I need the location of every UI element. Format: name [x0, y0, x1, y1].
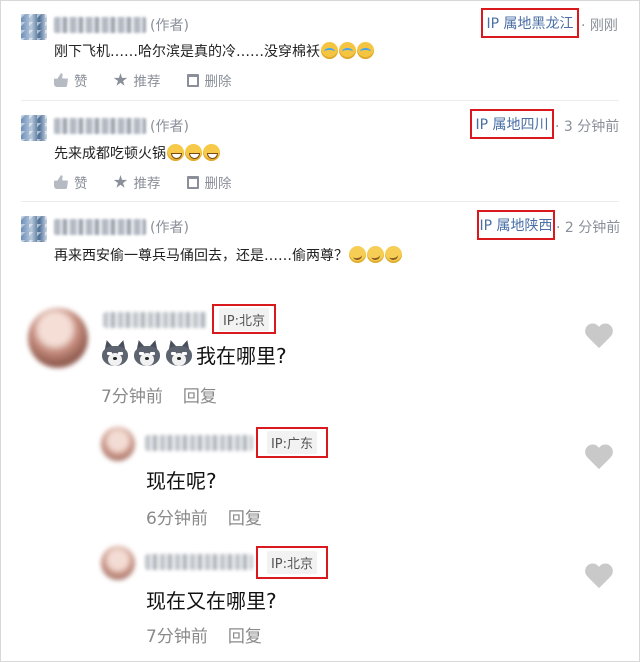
comment-text: 我在哪里? — [100, 338, 287, 369]
like-label: 赞 — [74, 176, 88, 192]
thumbs-up-icon — [54, 175, 68, 189]
ip-location-label: IP 属地四川 — [470, 109, 554, 139]
timestamp: · 2 分钟前 — [556, 220, 621, 236]
avatar[interactable] — [21, 14, 47, 40]
comment-text: 先来成都吃顿火锅 — [54, 143, 220, 163]
comment-text: 现在又在哪里? — [146, 589, 277, 613]
ip-location-label: IP 属地黑龙江 — [481, 8, 579, 38]
ip-location-text: IP:北京 — [266, 551, 318, 574]
username-blurred[interactable] — [54, 219, 146, 235]
comment-text: 再来西安偷一尊兵马俑回去，还是……偷两尊？ — [54, 245, 402, 265]
username-blurred[interactable] — [145, 554, 253, 570]
recommend-button[interactable]: 推荐 — [113, 70, 161, 90]
author-tag: (作者) — [150, 18, 189, 34]
comment-text-content: 先来成都吃顿火锅 — [54, 146, 166, 162]
username-blurred[interactable] — [145, 435, 253, 451]
husky-icon — [164, 338, 194, 368]
heart-icon[interactable] — [584, 564, 614, 590]
ip-location-text: IP:北京 — [218, 307, 270, 331]
author-tag: (作者) — [150, 119, 189, 135]
comment-text-content: 再来西安偷一尊兵马俑回去，还是……偷两尊？ — [54, 248, 348, 264]
ip-location-text: IP:广东 — [266, 431, 318, 454]
like-button[interactable]: 赞 — [54, 70, 88, 90]
avatar[interactable] — [101, 427, 135, 461]
husky-icon — [100, 338, 130, 368]
heart-icon[interactable] — [584, 445, 614, 471]
divider — [21, 100, 619, 101]
avatar[interactable] — [28, 308, 88, 368]
trash-icon — [186, 175, 199, 189]
ip-location-label: IP:北京 — [256, 546, 328, 579]
timestamp: 7分钟前 — [101, 387, 163, 407]
reply-button[interactable]: 回复 — [228, 627, 262, 647]
divider — [21, 201, 619, 202]
ip-location-label: IP:北京 — [212, 304, 276, 334]
recommend-label: 推荐 — [133, 176, 161, 192]
comment-text: 刚下飞机……哈尔滨是真的冷……没穿棉袄 — [54, 41, 374, 61]
comment-meta: 7分钟前 回复 — [101, 382, 217, 407]
heart-icon[interactable] — [584, 324, 614, 350]
thinking-icon — [367, 246, 384, 263]
avatar[interactable] — [101, 546, 135, 580]
thinking-icon — [349, 246, 366, 263]
ip-location-label: IP 属地陕西 — [477, 210, 555, 240]
username-blurred[interactable] — [54, 17, 146, 33]
delete-button[interactable]: 删除 — [186, 172, 232, 192]
username-blurred[interactable] — [103, 312, 207, 328]
like-button[interactable]: 赞 — [54, 172, 88, 192]
recommend-label: 推荐 — [133, 74, 161, 90]
trash-icon — [186, 73, 199, 87]
cry-icon — [339, 42, 356, 59]
timestamp: 7分钟前 — [146, 627, 208, 647]
star-icon — [113, 73, 128, 86]
delete-label: 删除 — [204, 74, 232, 90]
cry-icon — [357, 42, 374, 59]
comment-actions: 赞 推荐 删除 — [54, 172, 258, 192]
comment-meta: 7分钟前 回复 — [146, 622, 262, 647]
reply-button[interactable]: 回复 — [183, 387, 217, 407]
comment-text-content: 刚下飞机……哈尔滨是真的冷……没穿棉袄 — [54, 44, 320, 60]
delete-button[interactable]: 删除 — [186, 70, 232, 90]
comment-text: 现在呢? — [146, 469, 217, 493]
comment-actions: 赞 推荐 删除 — [54, 70, 258, 90]
timestamp: 6分钟前 — [146, 509, 208, 529]
avatar[interactable] — [21, 115, 47, 141]
comment-meta: 6分钟前 回复 — [146, 504, 262, 529]
comment-text-content: 我在哪里? — [196, 344, 287, 368]
thumbs-up-icon — [54, 73, 68, 87]
star-icon — [113, 175, 128, 188]
husky-icon — [132, 338, 162, 368]
grin-icon — [185, 144, 202, 161]
author-tag: (作者) — [150, 220, 189, 236]
thinking-icon — [385, 246, 402, 263]
recommend-button[interactable]: 推荐 — [113, 172, 161, 192]
timestamp: · 3 分钟前 — [555, 119, 620, 135]
ip-location-label: IP:广东 — [256, 427, 328, 458]
delete-label: 删除 — [204, 176, 232, 192]
timestamp: · 刚刚 — [581, 18, 618, 34]
like-label: 赞 — [74, 74, 88, 90]
username-blurred[interactable] — [54, 118, 146, 134]
avatar[interactable] — [21, 216, 47, 242]
cry-icon — [321, 42, 338, 59]
grin-icon — [167, 144, 184, 161]
grin-icon — [203, 144, 220, 161]
reply-button[interactable]: 回复 — [228, 509, 262, 529]
